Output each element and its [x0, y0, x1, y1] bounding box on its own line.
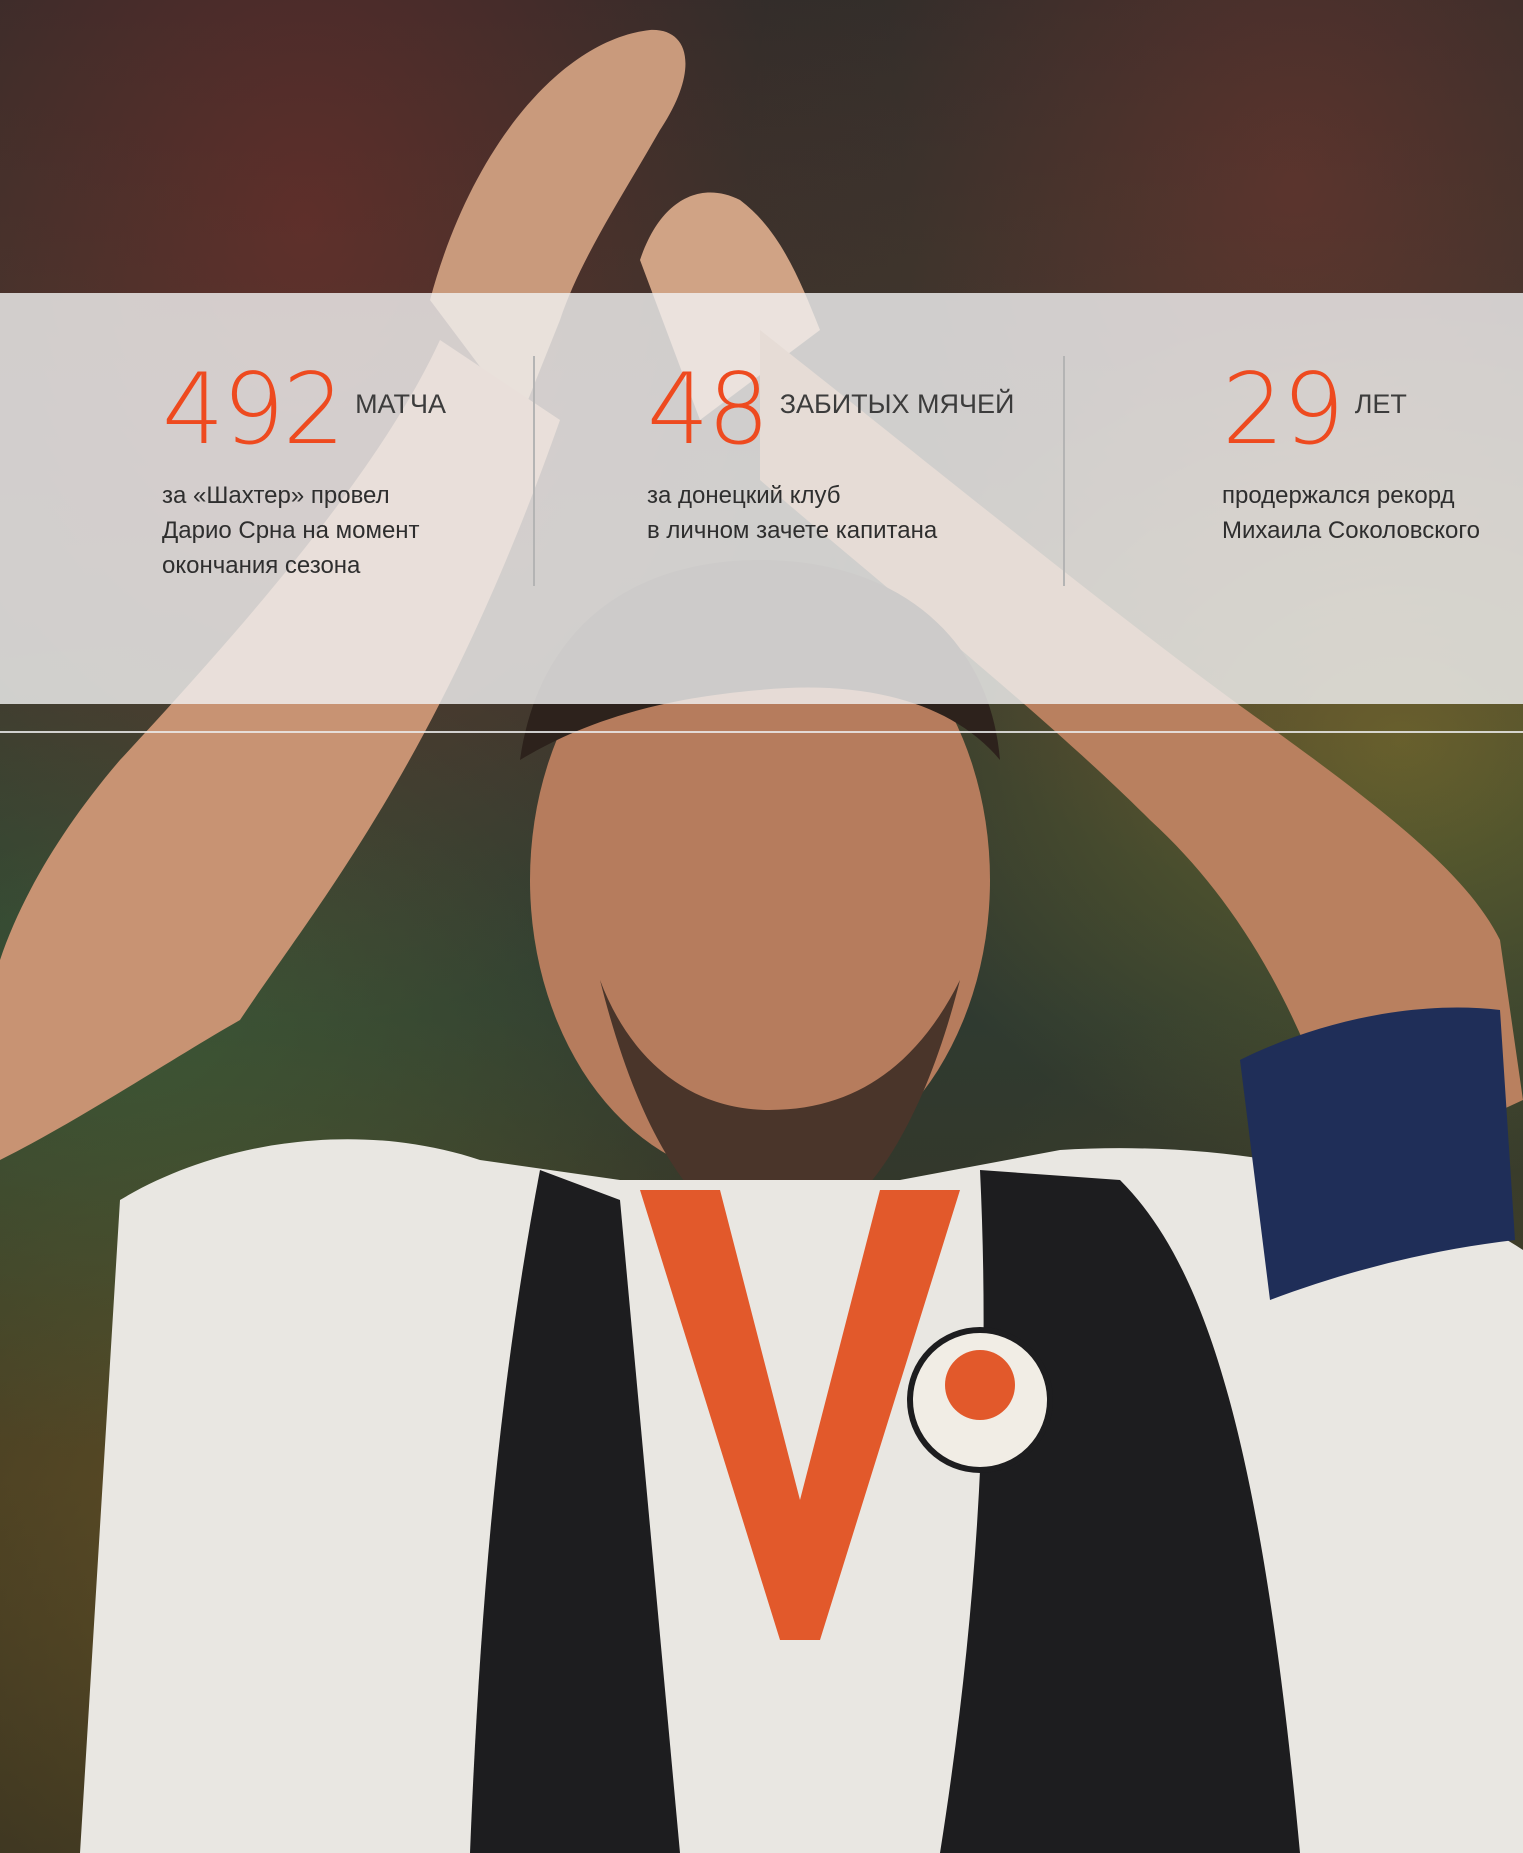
stat-unit: МАТЧА: [355, 389, 446, 419]
stat-divider: [533, 356, 535, 586]
player-photo: [0, 29, 1523, 1853]
stat-divider: [1063, 356, 1065, 586]
stat-description: за донецкий клуб в личном зачете капитан…: [647, 482, 938, 544]
stat-description: за «Шахтер» провел Дарио Срна на момент …: [162, 482, 420, 579]
stat-head: 48 ЗАБИТЫХ МЯЧЕЙ: [647, 360, 1014, 460]
stat-description: продержался рекорд Михаила Соколовского: [1222, 482, 1480, 544]
band-divider-line: [0, 731, 1523, 733]
stat-years: 29 ЛЕТ продержался рекорд Михаила Соколо…: [1222, 360, 1480, 548]
stat-number: 48: [647, 353, 770, 467]
stat-matches: 492 МАТЧА за «Шахтер» провел Дарио Срна …: [162, 360, 446, 583]
stat-goals: 48 ЗАБИТЫХ МЯЧЕЙ за донецкий клуб в личн…: [647, 360, 1014, 548]
stat-head: 492 МАТЧА: [162, 360, 446, 460]
stat-unit: ЗАБИТЫХ МЯЧЕЙ: [779, 389, 1015, 419]
stat-number: 29: [1222, 353, 1345, 467]
stat-number: 492: [162, 353, 345, 467]
stat-head: 29 ЛЕТ: [1222, 360, 1480, 460]
stat-unit: ЛЕТ: [1354, 389, 1407, 419]
